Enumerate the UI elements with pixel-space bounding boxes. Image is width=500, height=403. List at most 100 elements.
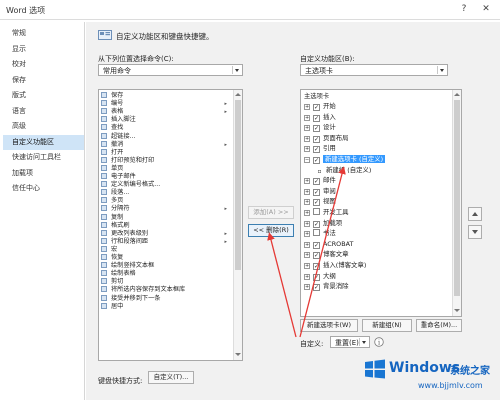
command-item[interactable]: 复制 [101,213,229,222]
tree-item[interactable]: − ✓ 新建选项卡 (自定义) [304,154,386,165]
expand-icon[interactable]: + [304,241,310,248]
rename-button[interactable]: 重命名(M)... [416,319,462,332]
commands-list[interactable]: 保存 编号 ▸ 表格 ▸ 插入脚注 查找 超链接... 撤消 ▸ 打开 打印预览和打印 单页 电子邮件 定义… [98,89,243,361]
nav-item[interactable]: 自定义功能区 [3,134,84,150]
nav-item[interactable]: 高级 [3,119,84,134]
tab-checkbox[interactable]: ✓ [313,220,320,228]
move-up-button[interactable] [468,207,482,221]
tree-item[interactable]: + ✓ 审阅 [304,186,336,197]
command-item[interactable]: 超链接... [101,132,229,141]
tab-checkbox[interactable]: ✓ [313,146,320,154]
command-item[interactable]: 更改列表级别 ▸ [101,229,229,238]
reset-button[interactable]: 重置(E) [330,336,370,348]
remove-button[interactable]: << 删除(R) [248,224,294,237]
tab-checkbox[interactable]: ✓ [313,273,320,281]
tree-item[interactable]: + ✓ 大纲 [304,271,336,282]
expand-icon[interactable]: + [304,135,310,142]
nav-item[interactable]: 快速访问工具栏 [3,150,84,165]
tab-checkbox[interactable]: ✓ [313,284,320,292]
tree-item[interactable]: + ✓ 博客文章 [304,249,349,260]
command-item[interactable]: 查找 [101,124,229,132]
tree-item[interactable]: + ✓ 页面布局 [304,133,349,144]
tab-checkbox[interactable]: ✓ [313,135,320,143]
commands-scrollbar[interactable] [233,90,242,360]
tab-checkbox[interactable] [313,208,320,215]
command-item[interactable]: 格式刷 [101,221,229,230]
expand-icon[interactable]: + [304,146,310,153]
command-item[interactable]: 电子邮件 [101,173,229,181]
command-item[interactable]: 打印预览和打印 [101,156,229,165]
tab-checkbox[interactable]: ✓ [313,104,320,111]
expand-icon[interactable]: + [304,252,310,259]
chevron-down-icon[interactable] [232,66,241,74]
nav-item[interactable]: 语言 [3,104,84,119]
collapse-icon[interactable]: − [304,157,310,163]
tree-item[interactable]: + ✓ ACROBAT [304,239,353,250]
expand-icon[interactable]: + [304,220,310,227]
add-button[interactable]: 添加(A) >> [248,206,294,219]
tab-checkbox[interactable]: ✓ [313,199,320,207]
customize-shortcuts-button[interactable]: 自定义(T)... [148,371,194,384]
tree-item[interactable]: + ✓ 插入(博客文章) [304,260,366,271]
chevron-down-icon[interactable] [437,66,446,74]
scroll-down-icon[interactable] [235,352,241,358]
expand-icon[interactable]: + [304,263,310,269]
chevron-down-icon[interactable] [359,338,368,346]
tab-checkbox[interactable]: ✓ [313,125,320,133]
tree-item[interactable]: + ✓ 背景消除 [304,281,349,292]
tree-item[interactable]: + ✓ 加载项 [304,218,342,229]
scroll-down-icon[interactable] [454,308,460,314]
move-down-button[interactable] [468,225,482,239]
nav-item[interactable]: 保存 [3,73,84,88]
tree-item[interactable]: + ✓ 引用 [304,143,336,154]
customize-ribbon-combo[interactable]: 主选项卡 [300,64,448,76]
tab-checkbox[interactable]: ✓ [313,252,320,260]
command-item[interactable]: 绘制竖排文本框 [101,262,229,270]
command-item[interactable]: 打开 [101,148,229,157]
command-item[interactable]: 居中 [101,302,229,311]
choose-commands-combo[interactable]: 常用命令 [98,64,243,76]
expand-icon[interactable]: + [304,273,310,280]
command-item[interactable]: 分隔符 ▸ [101,205,229,213]
command-item[interactable]: 宏 [101,245,229,254]
tab-checkbox[interactable]: ✓ [313,188,320,196]
command-item[interactable]: 行和段落间距 ▸ [101,237,229,246]
expand-icon[interactable]: + [304,114,310,121]
expand-icon[interactable]: + [304,125,310,132]
expand-icon[interactable]: + [304,199,310,206]
nav-item[interactable]: 校对 [3,57,84,72]
tree-item[interactable]: ▫ 新建组 (自定义) [316,165,371,176]
expand-icon[interactable]: + [304,231,310,238]
nav-item[interactable]: 显示 [3,42,84,57]
help-button[interactable]: ? [456,2,472,16]
nav-item[interactable]: 常规 [3,26,84,41]
command-item[interactable]: 保存 [101,92,229,100]
new-group-button[interactable]: 新建组(N) [362,319,412,332]
command-item[interactable]: 将所选内容保存到文本框库 [101,286,229,294]
command-item[interactable]: 接受并移到下一条 [101,294,229,303]
close-button[interactable]: ✕ [478,2,494,16]
expand-icon[interactable]: + [304,188,310,195]
tab-checkbox[interactable]: ✓ [313,178,320,186]
scroll-thumb[interactable] [235,100,241,270]
nav-item[interactable]: 版式 [3,88,84,103]
tree-item[interactable]: + 开发工具 [304,207,349,218]
new-tab-button[interactable]: 新建选项卡(W) [300,319,358,332]
expand-icon[interactable]: + [304,104,310,110]
ribbon-tabs-tree[interactable]: 主选项卡 + ✓ 开始 + ✓ 插入 + ✓ 设计 + ✓ 页面布局 + ✓ 引用 − ✓ 新建选项卡 (自定义)… [300,89,462,317]
tree-item[interactable]: + ✓ 开始 [304,101,336,112]
command-item[interactable]: 恢复 [101,254,229,262]
tree-item[interactable]: + ✓ 邮件 [304,175,336,186]
tab-checkbox[interactable]: ✓ [313,241,320,249]
scroll-thumb[interactable] [454,100,460,296]
command-item[interactable]: 撤消 ▸ [101,140,229,149]
tab-checkbox[interactable] [313,229,320,237]
command-item[interactable]: 定义新编号格式... [101,181,229,189]
tree-item[interactable]: + ✓ 视图 [304,196,336,207]
tree-item[interactable]: + 书法 [304,228,336,239]
tab-checkbox[interactable]: ✓ [313,263,320,270]
nav-item[interactable]: 信任中心 [3,181,84,196]
scroll-up-icon[interactable] [235,92,241,98]
expand-icon[interactable]: + [304,210,310,216]
tab-checkbox[interactable]: ✓ [313,157,320,164]
